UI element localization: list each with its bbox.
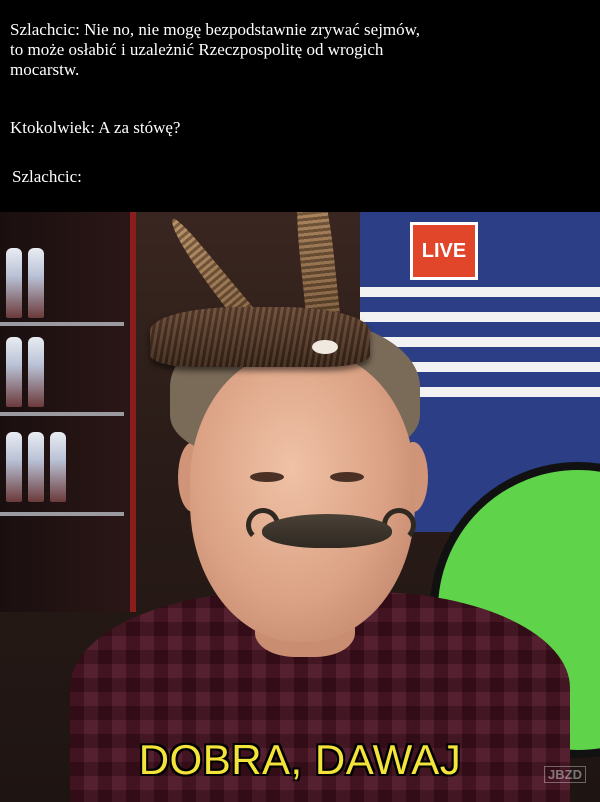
site-watermark: JBZD (544, 766, 586, 783)
person-face (190, 352, 415, 642)
szlachta-mustache (262, 514, 392, 548)
subtitle-text: DOBRA, DAWAJ (138, 736, 462, 783)
caption-panel: Szlachcic: Nie no, nie mogę bezpodstawni… (0, 0, 600, 212)
drinks-fridge (0, 212, 136, 612)
person-left-eye (250, 472, 284, 482)
caption-line-nobleman-reply: Szlachcic: (12, 167, 82, 186)
hat-jewel (312, 340, 338, 354)
kolpak-hat (150, 307, 370, 367)
meme-image: Szlachcic: Nie no, nie mogę bezpodstawni… (0, 0, 600, 802)
caption-line-nobleman: Szlachcic: Nie no, nie mogę bezpodstawni… (10, 20, 421, 79)
reaction-photo: LIVE (0, 212, 600, 802)
live-badge: LIVE (410, 222, 478, 280)
person-right-eye (330, 472, 364, 482)
caption-line-anyone: Ktokolwiek: A za stówę? (10, 118, 181, 137)
